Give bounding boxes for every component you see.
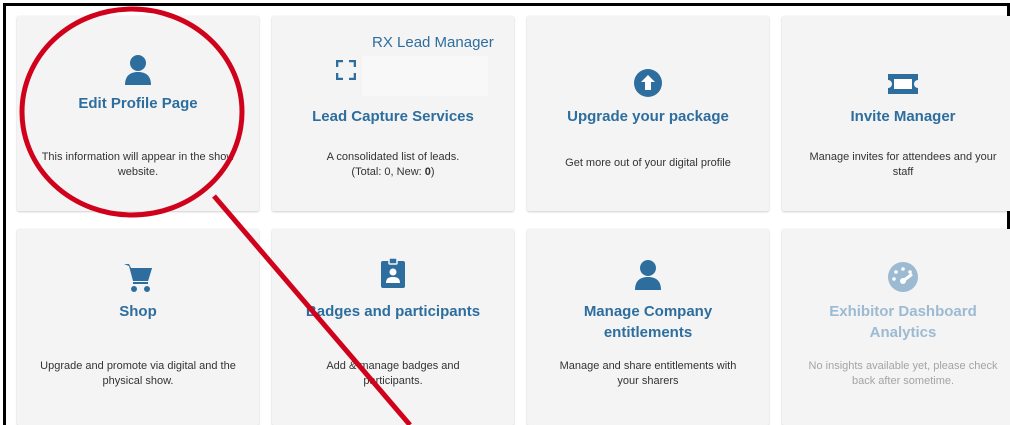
tile-description: No insights available yet, please check …: [808, 360, 998, 387]
user-icon: [17, 54, 259, 86]
tile-title: Shop: [119, 303, 157, 320]
tile-title: Edit Profile Page: [78, 95, 198, 112]
desc-line: (Total: 0, New: 0): [286, 165, 500, 180]
total-new-text: (Total: 0, New:: [351, 166, 425, 178]
paren-close: ): [430, 166, 435, 178]
tile-invite-manager[interactable]: Invite Manager Manage invites for attend…: [782, 16, 1010, 211]
tile-description: Manage and share entitlements with your …: [559, 360, 737, 387]
user-icon: [527, 259, 769, 291]
tile-badges[interactable]: Badges and participants Add & manage bad…: [272, 229, 514, 425]
gauge-icon: [782, 261, 1010, 293]
cart-icon: [17, 261, 259, 293]
tile-description: Add & manage badges and participants.: [326, 360, 460, 387]
tile-description: Upgrade and promote via digital and the …: [40, 360, 236, 387]
tile-title: Invite Manager: [850, 108, 956, 125]
tile-exhibitor-analytics: Exhibitor Dashboard Analytics No insight…: [782, 229, 1010, 425]
tile-title: Lead Capture Services: [312, 108, 474, 125]
tile-company-entitlements[interactable]: Manage Company entitlements Manage and s…: [527, 229, 769, 425]
tile-upgrade-package[interactable]: Upgrade your package Get more out of you…: [527, 16, 769, 211]
tile-title: Badges and participants: [305, 303, 481, 320]
tile-title: Manage Company entitlements: [583, 303, 713, 341]
tile-description: Get more out of your digital profile: [565, 157, 731, 169]
tile-shop[interactable]: Shop Upgrade and promote via digital and…: [17, 229, 259, 425]
rx-lead-manager-label: RX Lead Manager: [372, 34, 494, 51]
tile-description: This information will appear in the show…: [41, 151, 235, 178]
arrow-up-circle-icon: [527, 68, 769, 100]
tile-description: A consolidated list of leads. (Total: 0,…: [286, 150, 500, 180]
ticket-icon: [782, 72, 1010, 104]
tile-title: Upgrade your package: [567, 108, 729, 125]
badge-icon: [272, 257, 514, 289]
redaction-box: [362, 56, 488, 96]
desc-line: A consolidated list of leads.: [326, 151, 460, 163]
tile-description: Manage invites for attendees and your st…: [809, 151, 997, 178]
tile-title: Exhibitor Dashboard Analytics: [829, 303, 977, 341]
tile-edit-profile[interactable]: Edit Profile Page This information will …: [17, 16, 259, 211]
